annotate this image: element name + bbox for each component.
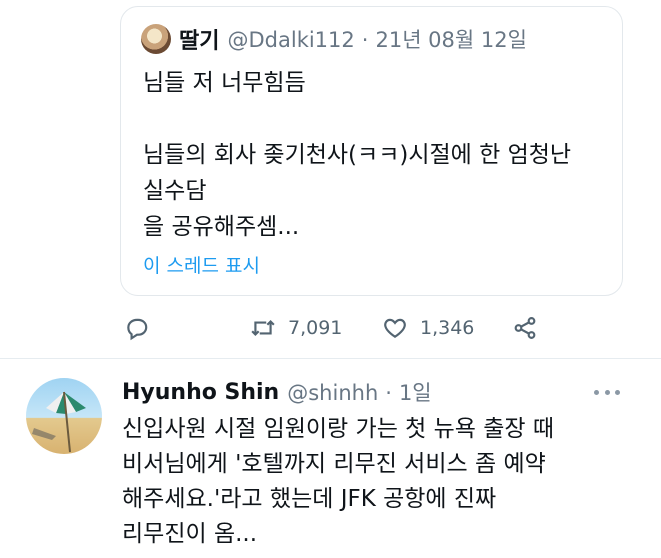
reply-tweet-text: 신입사원 시절 임원이랑 가는 첫 뉴욕 출장 때 비서님에게 '호텔까지 리무… [122,412,642,552]
reply-text-line: 해주세요.'라고 했는데 JFK 공항에 진짜 [122,486,497,512]
share-button[interactable] [512,312,538,344]
tweet-action-bar: 7,091 1,346 [0,312,661,344]
reply-icon [127,318,148,341]
heart-icon [384,318,406,338]
reply-text-line: 비서님에게 '호텔까지 리무진 서비스 좀 예약 [122,451,546,477]
more-dot [615,389,620,395]
meta-separator: · [361,28,369,52]
more-options-icon[interactable] [594,384,620,400]
reply-button[interactable] [124,312,150,344]
more-dot [594,389,599,395]
quoted-text-line: 실수담 [143,178,207,204]
like-button[interactable]: 1,346 [382,312,474,344]
quoted-author-name[interactable]: 딸기 [179,23,219,55]
tweet-thread-screen: 딸기 @Ddalki112 · 21년 08월 12일 님들 저 너무힘듬 님들의 … [0,0,661,558]
quoted-text-line: 님들 저 너무힘듬 [143,70,306,96]
tweet-divider [0,358,661,359]
quoted-tweet-card[interactable]: 딸기 @Ddalki112 · 21년 08월 12일 님들 저 너무힘듬 님들의 … [120,6,623,296]
quoted-tweet-header: 딸기 @Ddalki112 · 21년 08월 12일 [141,21,527,57]
beach-umbrella-image [32,391,86,453]
meta-separator: · [385,381,392,405]
quoted-author-avatar[interactable] [141,24,171,54]
quoted-text-line: 을 공유해주셈... [143,214,300,240]
quoted-text-blank-line [143,101,613,137]
quoted-tweet-date[interactable]: 21년 08월 12일 [375,28,526,52]
reply-author-meta: @shinhh · 1일 [287,377,431,407]
quoted-author-meta: @Ddalki112 · 21년 08월 12일 [227,24,526,54]
reply-author-handle[interactable]: @shinhh [287,381,378,405]
reply-author-name[interactable]: Hyunho Shin [122,380,279,405]
like-count: 1,346 [420,317,475,339]
share-icon [514,317,536,339]
quoted-tweet-text: 님들 저 너무힘듬 님들의 회사 좆기천사(ㅋㅋ)시절에 한 엄청난 실수담 을… [143,65,613,245]
reply-text-line: 리무진이 옴... [122,521,258,547]
reply-author-avatar[interactable] [26,378,102,454]
show-thread-link[interactable]: 이 스레드 표시 [143,251,260,278]
retweet-button[interactable]: 7,091 [250,312,342,344]
quoted-text-line: 님들의 회사 좆기천사(ㅋㅋ)시절에 한 엄청난 [143,142,572,168]
reply-text-line: 신입사원 시절 임원이랑 가는 첫 뉴욕 출장 때 [122,416,555,442]
retweet-icon [251,319,275,337]
reply-tweet-time[interactable]: 1일 [399,381,432,405]
reply-tweet-header: Hyunho Shin @shinhh · 1일 [122,374,432,410]
retweet-count: 7,091 [288,317,343,339]
more-dot [604,389,610,395]
quoted-author-handle[interactable]: @Ddalki112 [227,28,354,52]
